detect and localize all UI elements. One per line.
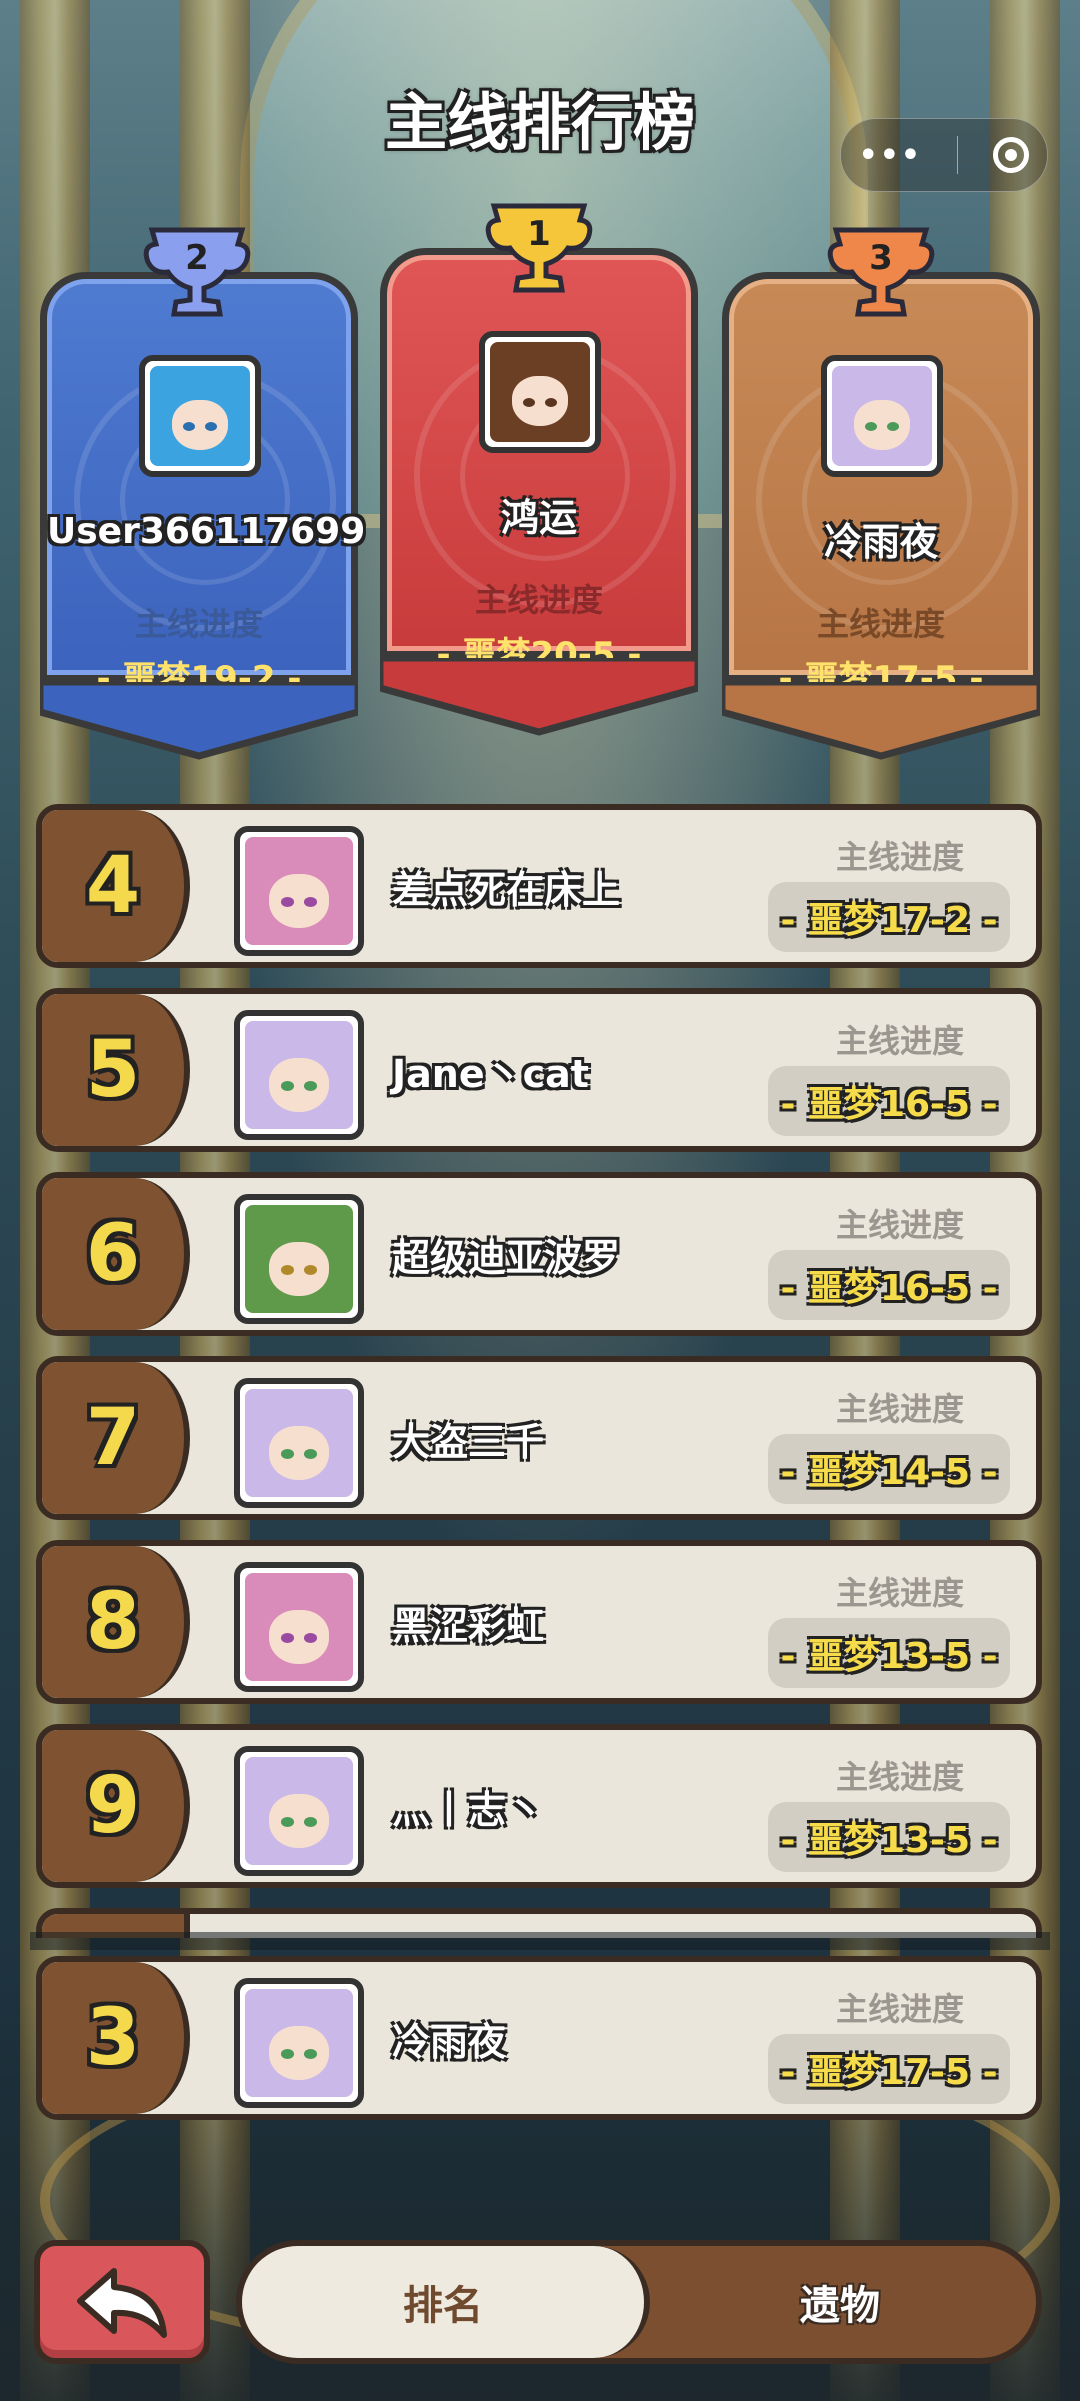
avatar-face [854, 400, 910, 450]
avatar-face [268, 1425, 330, 1480]
trophy-rank-number: 1 [527, 214, 551, 254]
avatar-face [268, 1609, 330, 1664]
avatar [234, 1194, 364, 1324]
ranking-row[interactable]: 4 差点死在床上 主线进度 - 噩梦17-2 - [36, 804, 1042, 968]
avatar [479, 331, 601, 453]
podium-card-tail [380, 658, 698, 736]
player-name: User366117699 [47, 511, 366, 552]
avatar-eye [887, 422, 899, 431]
avatar-eye [280, 1081, 294, 1092]
rank-number: 8 [85, 1577, 141, 1667]
more-dots-icon[interactable]: ••• [859, 138, 923, 173]
progress-label: 主线进度 [835, 1022, 964, 1060]
player-name: 冷雨夜 [392, 2019, 507, 2064]
avatar-face [268, 1241, 330, 1296]
progress-value: - 噩梦16-5 - [768, 1066, 1010, 1136]
bottom-tabbar: 排名 遗物 [236, 2240, 1042, 2364]
podium-card-rank-3[interactable]: 冷雨夜 主线进度 - 噩梦17-5 - [722, 272, 1040, 699]
player-name: 大盗三千 [392, 1419, 545, 1464]
progress-value: - 噩梦13-5 - [768, 1802, 1010, 1872]
player-name: 差点死在床上 [392, 867, 621, 912]
rank-number: 3 [85, 1993, 141, 2083]
avatar-face [268, 1057, 330, 1112]
player-name: 鸿运 [500, 496, 577, 540]
avatar [234, 1746, 364, 1876]
rank-number: 7 [85, 1393, 141, 1483]
ranking-row[interactable]: 7 大盗三千 主线进度 - 噩梦14-5 - [36, 1356, 1042, 1520]
miniprogram-capsule: ••• [840, 118, 1048, 192]
avatar [234, 1562, 364, 1692]
tab-relics[interactable]: 遗物 [644, 2246, 1036, 2358]
progress-label: 主线进度 [835, 1206, 964, 1244]
back-arrow-icon [77, 2268, 167, 2338]
progress-label: 主线进度 [816, 605, 945, 643]
ranking-row[interactable]: 8 黑涩彩虹 主线进度 - 噩梦13-5 - [36, 1540, 1042, 1704]
avatar [234, 1010, 364, 1140]
podium-card-rank-2[interactable]: User366117699 主线进度 - 噩梦19-2 - [40, 272, 366, 699]
avatar-face [268, 1793, 330, 1848]
ranking-row[interactable]: 9 灬丨志丶 主线进度 - 噩梦13-5 - [36, 1724, 1042, 1888]
progress-value: - 噩梦17-5 - [768, 2034, 1010, 2104]
progress-value: - 噩梦13-5 - [768, 1618, 1010, 1688]
avatar-eye [523, 398, 535, 407]
avatar-eye [545, 398, 557, 407]
capsule-divider [957, 136, 959, 174]
avatar-face [268, 2025, 330, 2080]
trophy-rank-number: 2 [185, 238, 209, 278]
progress-label: 主线进度 [835, 1574, 964, 1612]
target-close-icon[interactable] [993, 137, 1030, 173]
rank-number: 5 [85, 1025, 141, 1115]
avatar-face [512, 376, 568, 426]
back-button[interactable] [34, 2240, 210, 2364]
avatar-face [268, 873, 330, 928]
ranking-row[interactable]: 5 Jane丶cat 主线进度 - 噩梦16-5 - [36, 988, 1042, 1152]
avatar-face [172, 400, 228, 450]
player-name: 黑涩彩虹 [392, 1603, 545, 1648]
rank-number: 9 [85, 1761, 141, 1851]
avatar-eye [280, 1817, 294, 1828]
progress-value: - 噩梦14-5 - [768, 1434, 1010, 1504]
rank-number: 6 [85, 1209, 141, 1299]
progress-label: 主线进度 [835, 1990, 964, 2028]
avatar [234, 1978, 364, 2108]
avatar-eye [205, 422, 217, 431]
player-name: 灬丨志丶 [392, 1787, 545, 1832]
trophy-icon: 2 [142, 222, 252, 322]
trophy-rank-number: 3 [869, 238, 893, 278]
podium-card-tail [722, 682, 1040, 760]
trophy-icon: 3 [826, 222, 936, 322]
player-name: 冷雨夜 [823, 520, 938, 564]
progress-label: 主线进度 [134, 605, 263, 643]
progress-label: 主线进度 [835, 1390, 964, 1428]
avatar-eye [280, 1265, 294, 1276]
trophy-icon: 1 [484, 198, 594, 298]
avatar [234, 826, 364, 956]
avatar-eye [183, 422, 195, 431]
player-name: 超级迪亚波罗 [392, 1235, 621, 1280]
avatar [234, 1378, 364, 1508]
avatar-eye [280, 1449, 294, 1460]
avatar [821, 355, 943, 477]
player-name: Jane丶cat [392, 1051, 589, 1096]
progress-label: 主线进度 [835, 838, 964, 876]
progress-label: 主线进度 [835, 1758, 964, 1796]
avatar [139, 355, 261, 477]
progress-label: 主线进度 [474, 581, 603, 619]
avatar-eye [280, 2049, 294, 2060]
my-rank-row[interactable]: 3 冷雨夜 主线进度 - 噩梦17-5 - [36, 1956, 1042, 2120]
podium-card-rank-1[interactable]: 鸿运 主线进度 - 噩梦20-5 - [380, 248, 698, 675]
podium-card-tail [40, 682, 358, 760]
avatar-eye [865, 422, 877, 431]
list-divider [30, 1932, 1050, 1950]
tab-ranking[interactable]: 排名 [242, 2246, 650, 2358]
ranking-row[interactable]: 6 超级迪亚波罗 主线进度 - 噩梦16-5 - [36, 1172, 1042, 1336]
avatar-eye [280, 897, 294, 908]
progress-value: - 噩梦17-2 - [768, 882, 1010, 952]
avatar-eye [280, 1633, 294, 1644]
rank-number: 4 [85, 841, 141, 931]
progress-value: - 噩梦16-5 - [768, 1250, 1010, 1320]
